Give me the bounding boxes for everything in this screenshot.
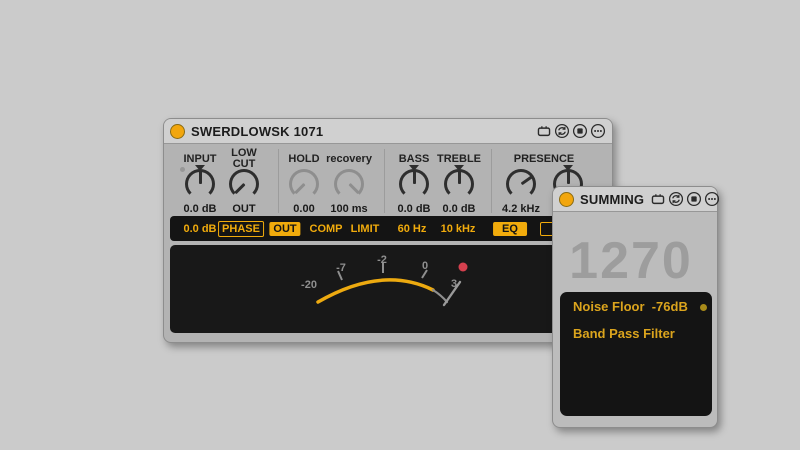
titlebar-icons <box>650 191 720 207</box>
device-on-toggle[interactable] <box>559 192 574 207</box>
knob-dial[interactable] <box>506 169 536 199</box>
peak-led <box>459 263 468 272</box>
knob-low-cut[interactable]: LOW CUT OUT <box>216 141 272 217</box>
knob-dial[interactable] <box>334 169 364 199</box>
status-led <box>700 304 707 311</box>
phase-button[interactable]: PHASE <box>218 221 264 237</box>
knob-dial[interactable] <box>229 169 259 199</box>
vu-tick-label: -7 <box>336 262 346 274</box>
knob-top-marker <box>195 165 205 171</box>
knob-label: LOW CUT <box>216 148 272 170</box>
vu-tick-label: 0 <box>422 260 428 272</box>
output-gain-readout[interactable]: 0.0 dB <box>183 223 216 235</box>
button-row: 0.0 dB PHASE OUT COMP LIMIT 60 Hz 10 kHz… <box>170 216 608 241</box>
device-title: SWERDLOWSK 1071 <box>191 124 323 139</box>
knob-dial[interactable] <box>289 169 319 199</box>
vu-tick-label: -2 <box>377 254 387 266</box>
bass-freq-readout[interactable]: 60 Hz <box>398 223 427 235</box>
vu-tick-label: 3 <box>451 278 457 290</box>
hot-swap-icon[interactable] <box>554 123 570 139</box>
device-view-icon[interactable] <box>650 191 666 207</box>
treble-freq-readout[interactable]: 10 kHz <box>441 223 476 235</box>
knob-treble[interactable]: TREBLE 0.0 dB <box>431 141 487 217</box>
status-display-panel: Noise Floor -76dB Band Pass Filter <box>560 292 712 416</box>
comp-button[interactable]: COMP <box>310 223 343 235</box>
knob-top-marker <box>409 165 419 171</box>
knob-value[interactable]: OUT <box>210 203 278 215</box>
model-number-display: 1270 <box>569 231 693 291</box>
knob-value[interactable]: 100 ms <box>315 203 383 215</box>
knob-top-marker <box>454 165 464 171</box>
save-preset-icon[interactable] <box>572 123 588 139</box>
eq-button[interactable]: EQ <box>493 222 527 236</box>
knob-dial[interactable] <box>399 169 429 199</box>
hot-swap-icon[interactable] <box>668 191 684 207</box>
device-title: SUMMING <box>580 192 644 207</box>
noise-floor-readout[interactable]: Noise Floor -76dB <box>573 299 688 314</box>
device-view-icon[interactable] <box>536 123 552 139</box>
knob-dial[interactable] <box>185 169 215 199</box>
more-options-icon[interactable] <box>704 191 720 207</box>
limit-button[interactable]: LIMIT <box>351 223 380 235</box>
more-options-icon[interactable] <box>590 123 606 139</box>
knob-dial[interactable] <box>444 169 474 199</box>
out-button[interactable]: OUT <box>269 222 300 236</box>
vu-arc <box>318 280 433 302</box>
device-on-toggle[interactable] <box>170 124 185 139</box>
knob-label: recovery <box>321 148 377 170</box>
vu-meter: -20 -7 -2 0 3 <box>170 245 608 333</box>
vu-arc-over <box>433 290 447 302</box>
titlebar-icons <box>536 123 606 139</box>
knob-value[interactable]: 0.0 dB <box>425 203 493 215</box>
device-titlebar[interactable]: SUMMING <box>553 187 717 212</box>
device-swerdlowsk-1071: SWERDLOWSK 1071 INPUT 0.0 dB <box>163 118 613 343</box>
knob-top-marker <box>563 165 573 171</box>
device-summing: SUMMING 1270 Noise Floor -76dB Band <box>552 186 718 428</box>
vu-tick-label: -20 <box>301 279 317 291</box>
save-preset-icon[interactable] <box>686 191 702 207</box>
band-pass-filter-label[interactable]: Band Pass Filter <box>573 326 675 341</box>
desktop-background: SWERDLOWSK 1071 INPUT 0.0 dB <box>0 0 800 450</box>
knob-recovery[interactable]: recovery 100 ms <box>321 141 377 217</box>
